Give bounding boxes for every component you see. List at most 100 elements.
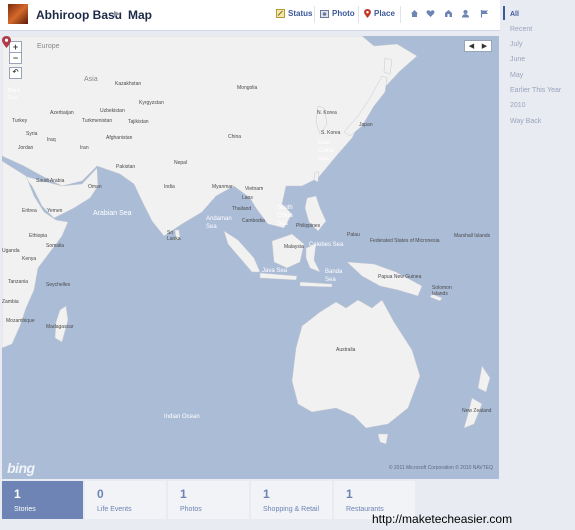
stat-value: 1 [14,487,21,501]
map-label-indian-ocean: Indian Ocean [164,414,200,420]
map-label-turkey: Turkey [12,118,28,124]
stat-label: Life Events [97,506,132,513]
map-label-turkmenistan: Turkmenistan [82,118,113,124]
people-icon[interactable] [461,9,470,18]
map-label-banda-sea: Banda Sea [325,269,343,283]
map-label-afghanistan: Afghanistan [106,135,133,141]
map-label-europe: Europe [37,43,60,50]
map-label-malaysia: Malaysia [284,244,304,250]
home-icon[interactable] [410,9,419,18]
divider [358,6,359,23]
chevron-right-icon[interactable]: ▶ [482,42,487,50]
map-label-india: India [164,184,175,190]
building-icon[interactable] [444,9,453,18]
map-label-pakistan: Pakistan [116,164,136,170]
timeline-nav-july[interactable]: July [510,41,522,48]
stat-value: 1 [346,487,353,501]
stat-life-events[interactable]: 0 Life Events [85,481,166,519]
bing-logo: bing [7,460,35,476]
map-label-yemen: Yemen [47,208,63,214]
map-label-andaman-sea: Andaman Sea [206,216,232,230]
stat-shopping-retail[interactable]: 1 Shopping & Retail [251,481,332,519]
reset-view-button[interactable]: ↶ [9,67,22,79]
flag-icon[interactable] [480,9,489,18]
map-label-asia: Asia [84,76,98,83]
place-pin-icon [364,9,371,18]
map-label-vietnam: Vietnam [245,186,264,192]
map-label-zambia: Zambia [2,299,19,305]
map-label-madagascar: Madagascar [46,324,74,330]
place-button[interactable]: Place [364,9,395,18]
map-label-java-sea: Java Sea [262,268,288,274]
map-label-jordan: Jordan [18,145,34,151]
place-label: Place [374,9,395,18]
landmass-shapes [2,36,491,445]
map-pager: ◀ ▶ [464,40,492,52]
page-title: Map [128,8,152,22]
stat-value: 0 [97,487,104,501]
stat-value: 1 [180,487,187,501]
location-pin-icon[interactable] [2,36,11,48]
timeline-nav-all[interactable]: All [510,11,519,18]
stat-label: Photos [180,506,202,513]
stat-stories[interactable]: 1 Stories [2,481,83,519]
map-label-eritrea: Eritrea [22,208,37,214]
status-button[interactable]: Status [276,9,312,18]
camera-icon [320,9,329,18]
map-label-solomon-islands: Solomon Islands [432,285,452,297]
map-label-oman: Oman [88,184,102,190]
map-label-south-china-sea: South China Sea [277,205,293,227]
map-label-nepal: Nepal [174,160,188,166]
map-label-kazakhstan: Kazakhstan [115,81,142,87]
timeline-nav-2010[interactable]: 2010 [510,102,526,109]
map-label-azerbaijan: Azerbaijan [50,110,74,116]
map-label-n-korea: N. Korea [317,110,337,116]
map-label-east-china-sea: East China Sea [318,140,334,162]
photo-button[interactable]: Photo [320,9,355,18]
user-name-link[interactable]: Abhiroop Basu [36,8,122,22]
map-label-mongolia: Mongolia [237,85,258,91]
map-label-kyrgyzstan: Kyrgyzstan [139,100,164,106]
timeline-nav-recent[interactable]: Recent [510,26,532,33]
map-label-sri-lanka: Sri Lanka [167,230,181,242]
stat-value: 1 [263,487,270,501]
map-canvas[interactable]: Europe Kazakhstan Mongolia Asia Black Se… [2,36,499,479]
map-copyright: © 2011 Microsoft Corporation © 2010 NAVT… [388,465,493,471]
map-label-palau: Palau [347,232,360,238]
map-label-fsm: Federated States of Micronesia [370,238,440,244]
map-label-japan: Japan [359,122,373,128]
breadcrumb-arrow-icon: ▶ [114,9,121,18]
map-label-s-korea: S. Korea [321,130,341,136]
map-label-tajikistan: Tajikistan [128,119,149,125]
map-label-kenya: Kenya [22,256,37,262]
stat-photos[interactable]: 1 Photos [168,481,249,519]
map-label-black-sea: Black Sea [8,88,21,101]
timeline-nav-june[interactable]: June [510,56,525,63]
map-label-uzbekistan: Uzbekistan [100,108,125,114]
photo-label: Photo [332,9,355,18]
timeline-nav-may[interactable]: May [510,72,523,79]
map-label-australia: Australia [336,347,356,353]
map-label-tanzania: Tanzania [8,279,29,285]
map-label-somalia: Somalia [46,243,65,249]
timeline-nav-earlier-this-year[interactable]: Earlier This Year [510,87,561,94]
chevron-left-icon[interactable]: ◀ [469,42,474,50]
zoom-out-button[interactable]: − [9,52,22,64]
watermark-text: http://maketecheasier.com [372,512,513,526]
map-label-new-zealand: New Zealand [462,408,492,414]
map-label-ethiopia: Ethiopia [29,233,48,239]
stat-label: Shopping & Retail [263,506,320,513]
divider [314,6,315,23]
map-label-syria: Syria [26,131,38,137]
status-label: Status [288,9,313,18]
active-indicator [503,6,505,20]
avatar[interactable] [8,4,28,24]
map-label-thailand: Thailand [232,206,252,212]
map-label-celebes-sea: Celebes Sea [309,242,344,248]
heart-icon[interactable] [426,9,435,18]
profile-header: Abhiroop Basu ▶ Map Status Photo Place [0,0,500,31]
timeline-nav-way-back[interactable]: Way Back [510,118,541,125]
map-label-papua-new-guinea: Papua New Guinea [378,274,422,280]
map-label-mozambique: Mozambique [6,318,35,324]
map-label-laos: Laos [242,195,253,201]
